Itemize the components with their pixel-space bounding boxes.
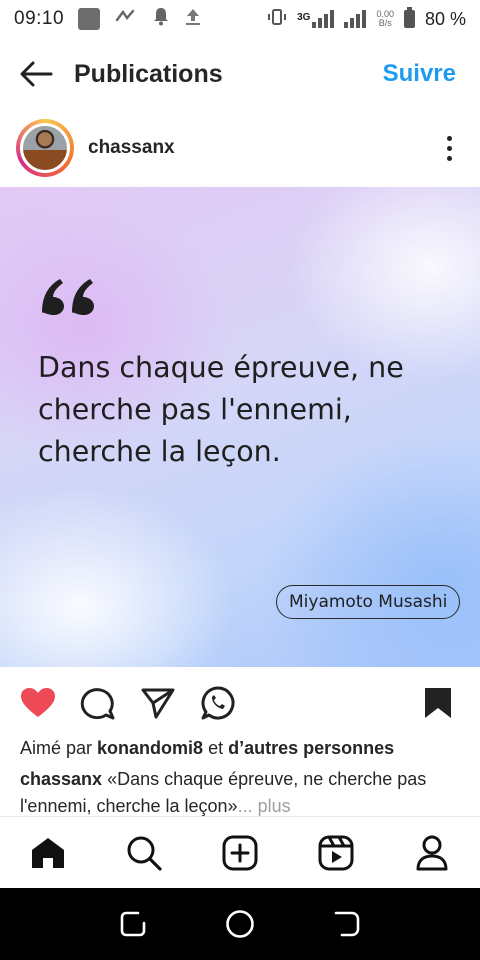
quote-text: Dans chaque épreuve, ne cherche pas l'en…	[38, 351, 404, 468]
battery-level: 80 %	[424, 8, 466, 29]
search-icon[interactable]	[122, 831, 166, 875]
link-notification-icon	[114, 8, 138, 30]
network-type: 3G	[297, 11, 311, 23]
quote-attribution: Miyamoto Musashi	[276, 585, 461, 619]
liker-username[interactable]: konandomi8	[97, 738, 203, 758]
author-username[interactable]: chassanx	[88, 137, 175, 159]
caption-more-link[interactable]: ... plus	[238, 796, 291, 816]
caption-author[interactable]: chassanx	[20, 769, 102, 789]
status-time: 09:10	[14, 8, 65, 29]
post-image[interactable]: Dans chaque épreuve, ne cherche pas l'en…	[0, 187, 480, 667]
more-vertical-icon[interactable]	[434, 128, 464, 168]
likes-conjunction: et	[208, 738, 224, 758]
status-bar: 09:10 3G 0.00 B/s 80 %	[0, 0, 480, 38]
system-navigation	[0, 888, 480, 960]
likes-line: Aimé par konandomi8 et d’autres personne…	[20, 738, 460, 759]
home-icon[interactable]	[26, 831, 70, 875]
battery-icon	[403, 7, 415, 28]
reels-icon[interactable]	[314, 831, 358, 875]
follow-button[interactable]: Suivre	[383, 60, 456, 88]
signal-2-icon	[344, 10, 367, 28]
vibrate-icon	[267, 8, 287, 31]
likes-prefix: Aimé par	[20, 738, 93, 758]
comment-icon[interactable]	[78, 683, 118, 723]
avatar[interactable]	[16, 119, 74, 177]
add-post-icon[interactable]	[218, 831, 262, 875]
profile-icon[interactable]	[410, 831, 454, 875]
likes-others[interactable]: d’autres personnes	[228, 738, 394, 758]
signal-icon	[312, 10, 335, 28]
avatar-photo	[20, 123, 70, 173]
bell-icon	[152, 6, 170, 32]
whatsapp-icon[interactable]	[198, 683, 238, 723]
recent-apps-icon[interactable]	[113, 904, 153, 944]
top-header: Publications Suivre	[0, 44, 480, 104]
post-actions	[0, 680, 480, 726]
bottom-navigation	[0, 816, 480, 888]
send-icon[interactable]	[138, 683, 178, 723]
home-button-icon[interactable]	[220, 904, 260, 944]
network-speed: 0.00 B/s	[376, 9, 394, 28]
app-notification-icon	[78, 8, 101, 30]
page-title: Publications	[74, 59, 223, 88]
heart-icon[interactable]	[18, 683, 58, 723]
arrow-left-icon[interactable]	[18, 56, 54, 92]
back-button-icon[interactable]	[327, 904, 367, 944]
bookmark-icon[interactable]	[418, 683, 458, 723]
post-caption: chassanx «Dans chaque épreuve, ne cherch…	[20, 766, 454, 818]
quote-mark-icon	[42, 279, 94, 315]
upload-icon	[184, 6, 202, 32]
post-author-row: chassanx	[0, 116, 480, 180]
